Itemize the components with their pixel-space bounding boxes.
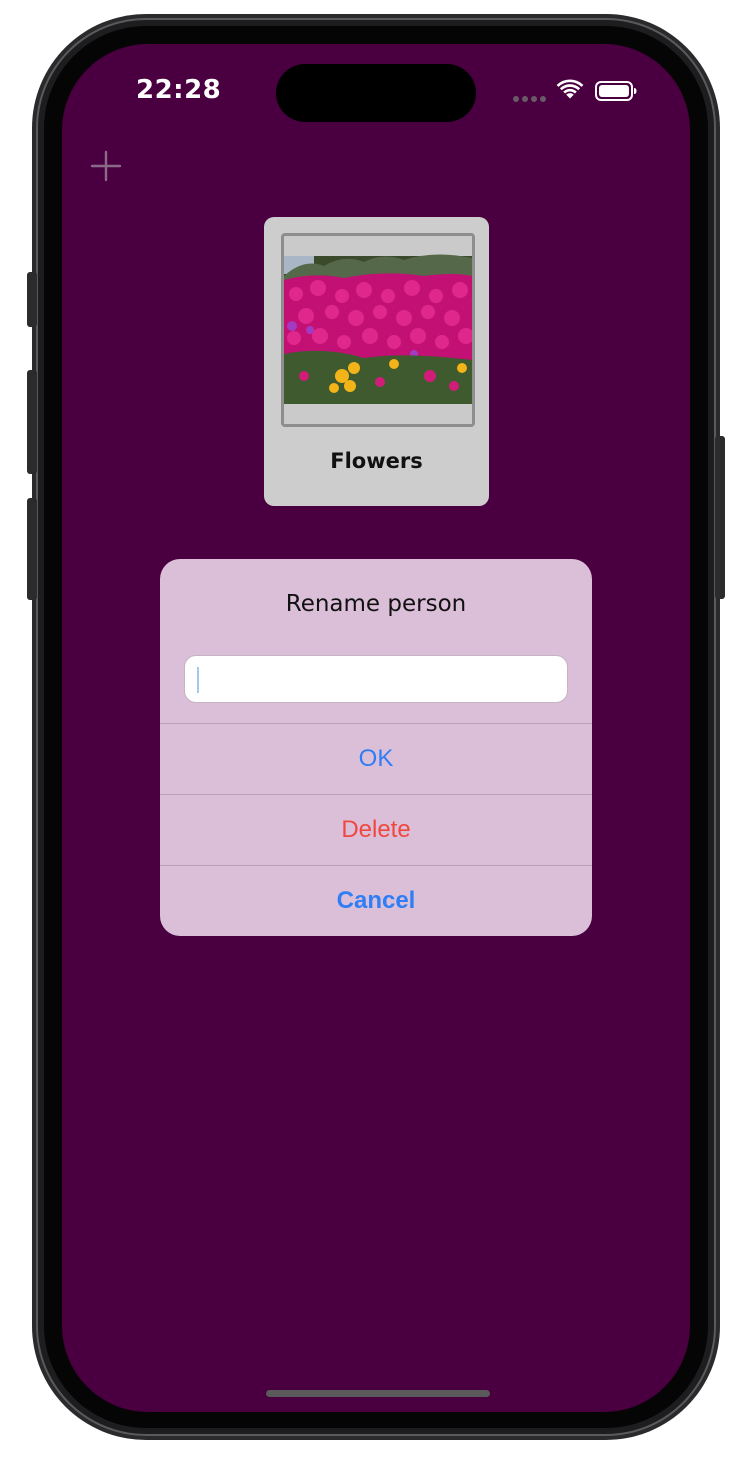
cellular-signal-icon (513, 96, 547, 102)
wifi-icon (556, 79, 584, 99)
volume-up-button (27, 370, 37, 474)
app-screen: 22:28 Flowers Rename person OK Delete Ca… (62, 44, 690, 1412)
name-input[interactable] (184, 655, 568, 703)
person-card[interactable]: Flowers (264, 217, 489, 506)
card-photo-frame (281, 233, 475, 427)
text-cursor (197, 667, 199, 693)
volume-down-button (27, 498, 37, 600)
ok-button[interactable]: OK (160, 724, 592, 794)
dynamic-island (276, 64, 476, 122)
plus-icon[interactable] (90, 150, 122, 182)
card-label: Flowers (330, 449, 423, 473)
status-time: 22:28 (136, 75, 222, 105)
action-button (27, 272, 37, 327)
delete-button[interactable]: Delete (160, 795, 592, 865)
battery-icon (595, 81, 637, 101)
home-indicator[interactable] (266, 1390, 490, 1397)
alert-title: Rename person (285, 591, 467, 617)
flowers-photo (284, 236, 472, 424)
power-button (715, 436, 725, 599)
cancel-button[interactable]: Cancel (160, 866, 592, 936)
rename-alert: Rename person OK Delete Cancel (160, 559, 592, 936)
